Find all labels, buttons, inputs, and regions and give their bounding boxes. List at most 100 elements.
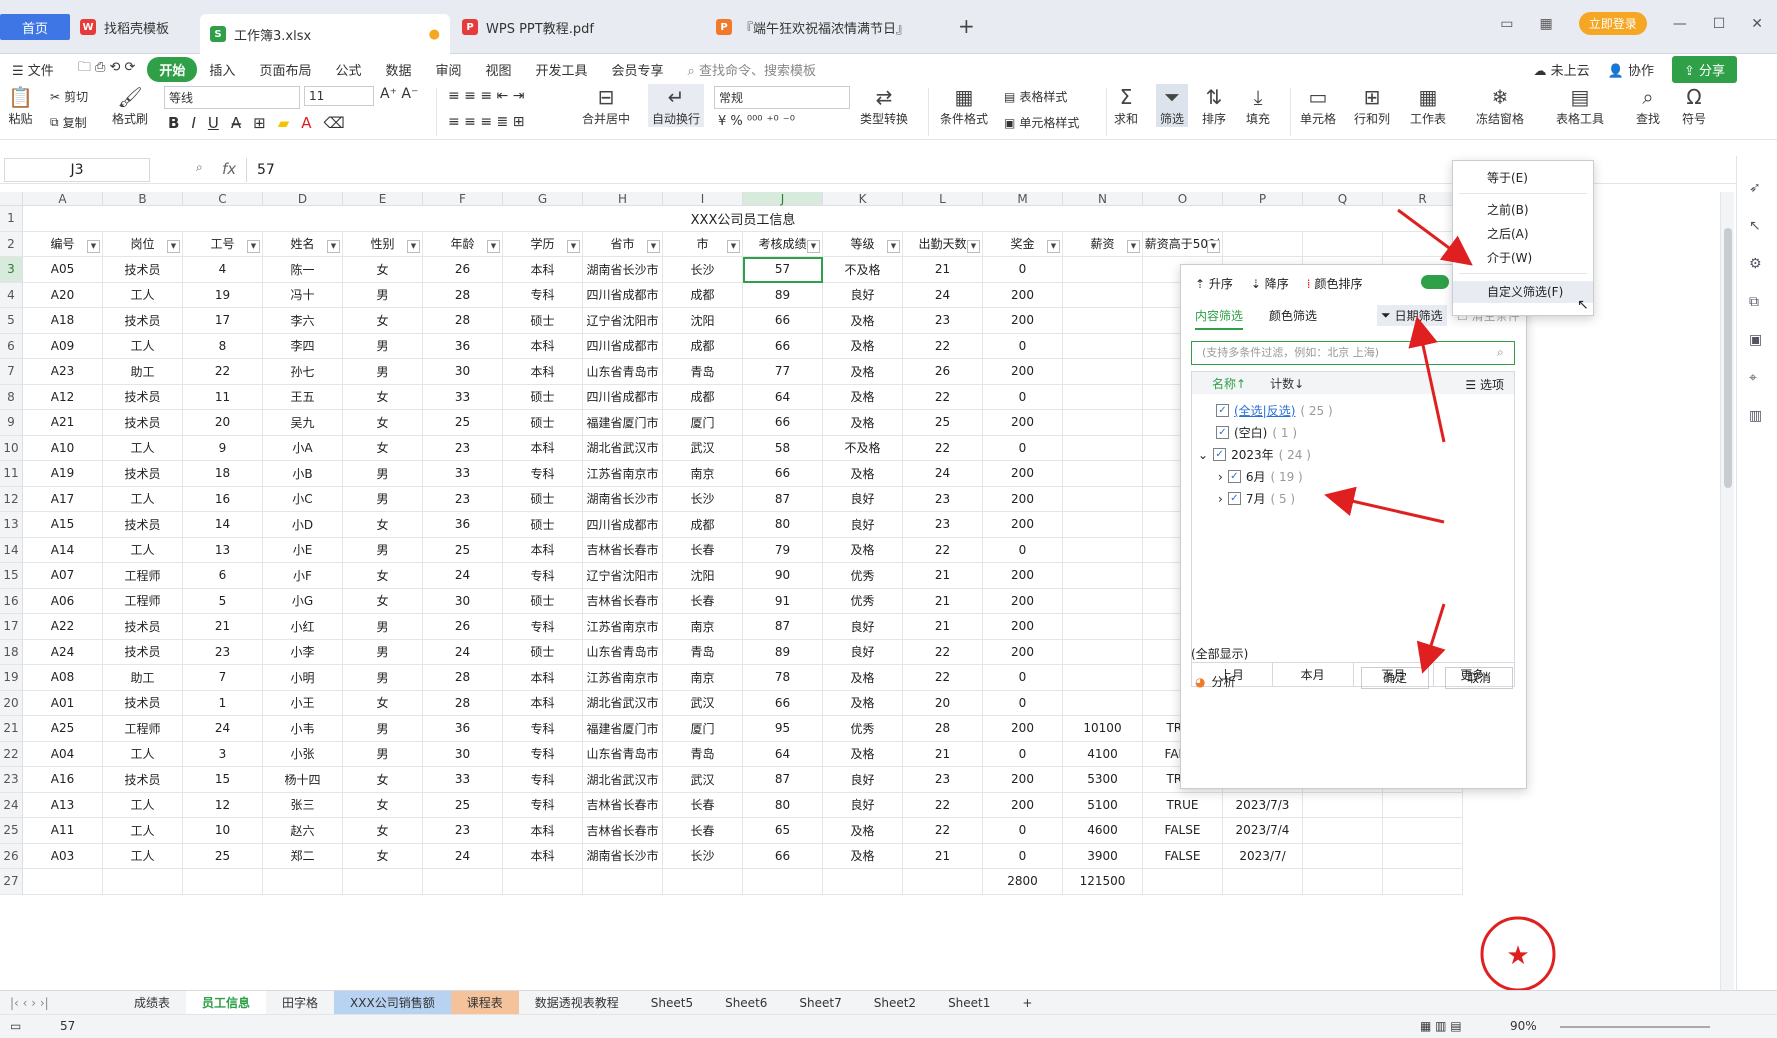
table-cell[interactable]: 工人 [103, 333, 183, 359]
table-cell[interactable]: 湖南省长沙市 [583, 486, 663, 512]
table-cell[interactable]: 女 [343, 257, 423, 283]
table-cell[interactable] [1303, 869, 1383, 895]
table-cell[interactable]: 工程师 [103, 588, 183, 614]
table-cell[interactable]: 奖金 ▼ [983, 231, 1063, 257]
table-cell[interactable]: FALSE [1143, 818, 1223, 844]
table-cell[interactable]: 专科 [503, 741, 583, 767]
table-cell[interactable]: 四川省成都市 [583, 512, 663, 538]
command-search[interactable]: ⌕ 查找命令、搜索模板 [676, 60, 828, 79]
table-cell[interactable]: 江苏省南京市 [583, 665, 663, 691]
table-cell[interactable]: 专科 [503, 767, 583, 793]
font-grow-icon[interactable]: A⁺ A⁻ [380, 86, 418, 102]
table-cell[interactable]: 良好 [823, 639, 903, 665]
sheet-tab[interactable]: Sheet5 [635, 991, 709, 1015]
table-cell[interactable]: 25 [423, 410, 503, 436]
table-cell[interactable]: 26 [423, 614, 503, 640]
tab-ppt[interactable]: P 『端午狂欢祝福浓情满节日』 [706, 12, 946, 42]
table-cell[interactable]: A11 [23, 818, 103, 844]
sheet-tab[interactable]: Sheet2 [858, 991, 932, 1015]
count-sort[interactable]: 计数↓ [1270, 375, 1304, 392]
table-cell[interactable]: 66 [743, 690, 823, 716]
table-cell[interactable] [823, 869, 903, 895]
column-header[interactable]: Q [1303, 192, 1383, 206]
table-cell[interactable]: 本科 [503, 333, 583, 359]
table-cell[interactable]: 山东省青岛市 [583, 359, 663, 385]
scroll-thumb[interactable] [1724, 228, 1732, 488]
column-header[interactable]: R [1383, 192, 1463, 206]
table-cell[interactable]: 0 [983, 690, 1063, 716]
table-cell[interactable]: 冯十 [263, 282, 343, 308]
menu-formula[interactable]: 公式 [323, 60, 373, 79]
table-cell[interactable]: 本科 [503, 818, 583, 844]
table-cell[interactable]: 小F [263, 563, 343, 589]
table-cell[interactable]: 22 [903, 333, 983, 359]
table-cell[interactable]: 杨十四 [263, 767, 343, 793]
list-item[interactable]: ✓ (全选|反选) ( 25 ) [1216, 402, 1333, 419]
table-cell[interactable]: 成都 [663, 282, 743, 308]
table-cell[interactable] [183, 869, 263, 895]
table-cell[interactable]: 专科 [503, 461, 583, 487]
table-cell[interactable]: 7 [183, 665, 263, 691]
table-cell[interactable]: 200 [983, 359, 1063, 385]
table-cell[interactable]: 辽宁省沈阳市 [583, 308, 663, 334]
table-cell[interactable]: 专科 [503, 563, 583, 589]
table-cell[interactable]: 89 [743, 639, 823, 665]
login-button[interactable]: 立即登录 [1578, 12, 1647, 35]
table-cell[interactable]: 南京 [663, 614, 743, 640]
column-header[interactable]: H [583, 192, 663, 206]
table-cell[interactable]: 21 [903, 257, 983, 283]
table-cell[interactable]: 男 [343, 333, 423, 359]
sheet-nav[interactable]: |‹ ‹ › ›| [0, 996, 118, 1010]
table-cell[interactable]: 工人 [103, 792, 183, 818]
align-top-group[interactable]: ≡ ≡ ≡ ⇤ ⇥ [448, 88, 524, 104]
table-cell[interactable]: 66 [743, 843, 823, 869]
filter-dropdown-icon[interactable]: ▼ [567, 240, 580, 253]
table-cell[interactable]: 省市 ▼ [583, 231, 663, 257]
checkbox-checked-icon[interactable]: ✓ [1216, 404, 1229, 417]
row-header[interactable]: 13 [0, 512, 23, 538]
column-header[interactable]: J [743, 192, 823, 206]
table-cell[interactable]: 0 [983, 257, 1063, 283]
table-cell[interactable] [743, 869, 823, 895]
table-cell[interactable]: 男 [343, 639, 423, 665]
filter-dropdown-icon[interactable]: ▼ [807, 240, 820, 253]
menu-review[interactable]: 审阅 [423, 60, 473, 79]
menu-before[interactable]: 之前(B) [1453, 199, 1593, 221]
table-cell[interactable]: 陈一 [263, 257, 343, 283]
table-cell[interactable]: 姓名 ▼ [263, 231, 343, 257]
table-cell[interactable] [1383, 231, 1463, 257]
table-cell[interactable]: 男 [343, 741, 423, 767]
name-box[interactable]: J3 [4, 158, 150, 182]
table-cell[interactable]: 硕士 [503, 410, 583, 436]
table-cell[interactable]: 女 [343, 588, 423, 614]
table-cell[interactable] [663, 869, 743, 895]
table-cell[interactable]: 年龄 ▼ [423, 231, 503, 257]
table-cell[interactable]: 山东省青岛市 [583, 741, 663, 767]
table-cell[interactable]: 男 [343, 537, 423, 563]
table-cell[interactable]: 3900 [1063, 843, 1143, 869]
table-cell[interactable] [23, 869, 103, 895]
table-cell[interactable]: 男 [343, 614, 423, 640]
name-sort[interactable]: 名称↑ [1212, 375, 1246, 392]
table-cell[interactable] [1063, 486, 1143, 512]
tab-content-filter[interactable]: 内容筛选 [1195, 307, 1244, 330]
table-cell[interactable]: 小G [263, 588, 343, 614]
book-icon[interactable]: ▥ [1749, 408, 1767, 426]
column-header[interactable]: N [1063, 192, 1143, 206]
table-cell[interactable]: 21 [903, 588, 983, 614]
table-cell[interactable]: 小张 [263, 741, 343, 767]
table-cell[interactable]: 9 [183, 435, 263, 461]
type-convert-button[interactable]: ⇄ 类型转换 [860, 84, 908, 127]
table-cell[interactable]: 90 [743, 563, 823, 589]
table-cell[interactable]: 出勤天数 ▼ [903, 231, 983, 257]
chevron-right-icon[interactable]: › [1218, 470, 1223, 484]
table-cell[interactable] [1063, 588, 1143, 614]
table-cell[interactable]: 及格 [823, 308, 903, 334]
table-cell[interactable]: A18 [23, 308, 103, 334]
table-cell[interactable]: A15 [23, 512, 103, 538]
sheet-tab[interactable]: Sheet6 [709, 991, 783, 1015]
fill-color-icon[interactable]: ▰ [278, 114, 290, 132]
sort-button[interactable]: ⇅ 排序 [1202, 84, 1226, 127]
number-format-group[interactable]: ¥ % ⁰⁰⁰ ⁺⁰ ⁻⁰ [718, 114, 795, 129]
table-cell[interactable]: 30 [423, 359, 503, 385]
